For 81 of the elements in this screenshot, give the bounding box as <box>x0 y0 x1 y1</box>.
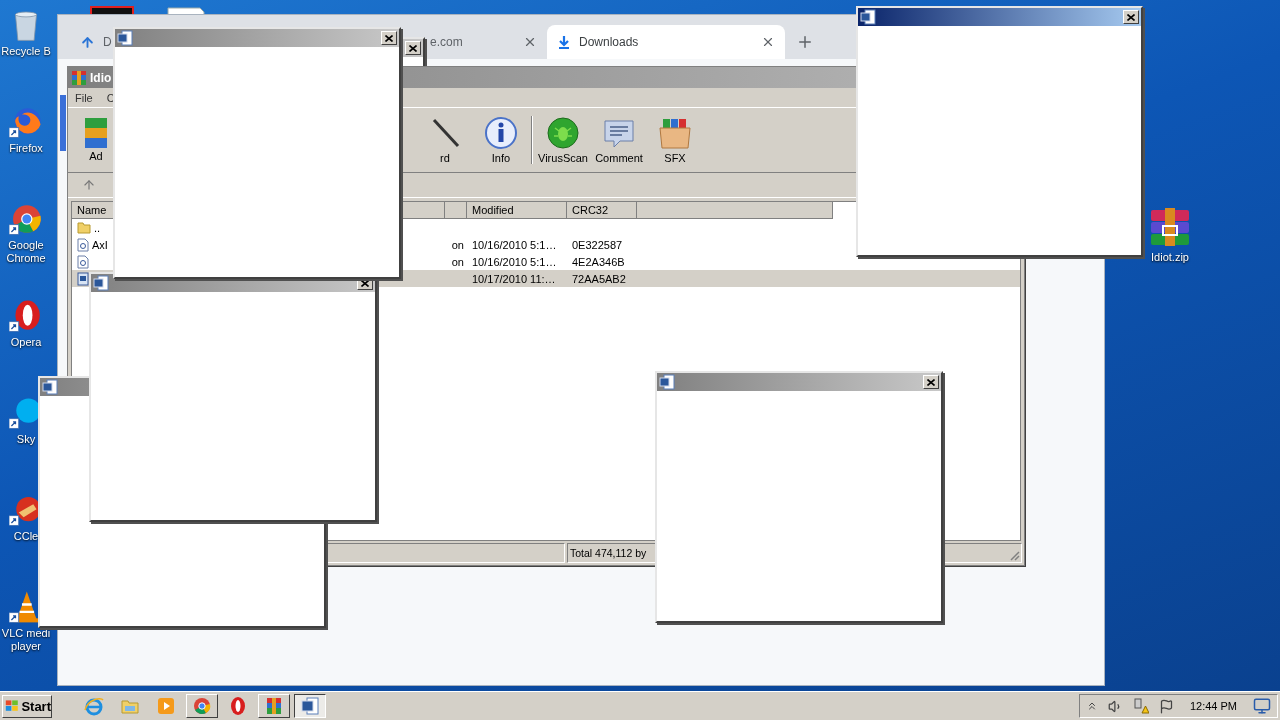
play-icon <box>156 696 176 716</box>
archive-books-icon <box>71 69 87 86</box>
document-icon <box>860 9 876 25</box>
box-icon <box>658 116 692 150</box>
windows-flag-icon <box>5 698 20 714</box>
document-icon <box>659 374 675 390</box>
info-icon <box>484 116 518 150</box>
file-row[interactable]: on 10/16/2010 5:1… 4E2A346B <box>72 253 1020 270</box>
file-type: on <box>450 255 465 268</box>
menu-item[interactable]: File <box>75 91 93 104</box>
modified-date: 10/16/2010 5:1… <box>471 255 558 268</box>
close-button[interactable] <box>405 41 421 55</box>
close-button[interactable] <box>1123 10 1139 24</box>
folder-icon <box>77 221 91 234</box>
close-icon[interactable] <box>523 35 537 49</box>
status-text: Total 474,112 by <box>570 547 647 559</box>
flag-icon[interactable] <box>1158 698 1174 714</box>
close-button[interactable] <box>923 375 939 389</box>
file-icon <box>77 237 89 252</box>
network-warning-icon[interactable] <box>1132 698 1149 714</box>
modified-date: 10/17/2010 11:… <box>471 272 557 285</box>
show-desktop-icon[interactable] <box>1253 697 1271 715</box>
fox-globe-icon <box>9 105 43 139</box>
document-icon <box>93 275 109 291</box>
icon-label[interactable]: VLC medi player <box>1 627 51 653</box>
bug-icon <box>546 116 580 150</box>
icon-label[interactable]: Recycle B <box>1 45 51 58</box>
column-header[interactable]: CRC32 <box>567 202 637 219</box>
close-icon <box>1127 13 1135 21</box>
toolbar-button[interactable]: Info <box>473 112 529 168</box>
column-header[interactable]: Modified <box>467 202 567 219</box>
round-logo-icon <box>9 202 43 236</box>
browser-tab[interactable]: Downloads <box>547 25 785 59</box>
download-icon <box>557 35 571 49</box>
taskbar-item[interactable] <box>294 694 326 718</box>
start-button[interactable]: Start <box>2 694 52 718</box>
toolbar-button[interactable]: Comment <box>591 112 647 168</box>
modified-date: 10/16/2010 5:1… <box>471 238 558 251</box>
close-icon[interactable] <box>761 35 775 49</box>
icon-label[interactable]: Opera <box>10 336 42 349</box>
document-icon <box>117 30 133 46</box>
close-icon <box>385 34 393 42</box>
file-type: on <box>450 238 465 251</box>
checksum: 72AA5AB2 <box>571 272 627 285</box>
document-icon <box>300 696 320 716</box>
toolbar-button[interactable]: rd <box>417 112 473 168</box>
up-arrow-icon[interactable] <box>82 178 96 192</box>
resize-grip-icon[interactable] <box>1008 549 1020 561</box>
ring-logo-icon <box>9 299 43 333</box>
browser-tab[interactable]: D <box>70 25 420 59</box>
round-logo-icon <box>192 696 212 716</box>
archive-books-icon <box>1149 206 1191 248</box>
toolbar-button[interactable]: Ad <box>81 112 111 168</box>
toolbar-button[interactable]: VirusScan <box>535 112 591 168</box>
browser-tab[interactable]: e.com <box>420 25 547 59</box>
page-accent-bar <box>60 95 66 151</box>
close-icon <box>409 44 417 52</box>
plus-icon[interactable] <box>796 33 814 51</box>
close-icon <box>927 378 935 386</box>
icon-label[interactable]: CCle <box>13 530 39 543</box>
close-icon <box>361 279 369 287</box>
file-icon <box>77 254 89 269</box>
icon-label[interactable]: Firefox <box>9 142 43 155</box>
icon-label[interactable]: Sky <box>16 433 36 446</box>
icon-label[interactable]: Idiot.zip <box>1151 251 1189 264</box>
file-name: AxI <box>92 238 108 251</box>
checksum: 0E322587 <box>571 238 624 251</box>
icon-label[interactable]: Google Chrome <box>1 239 51 265</box>
ring-logo-icon <box>228 696 248 716</box>
toolbar-button[interactable]: SFX <box>647 112 703 168</box>
window-title: Idio <box>90 70 112 85</box>
archive-books-icon <box>85 118 107 148</box>
globe-e-icon <box>84 696 104 716</box>
clock[interactable]: 12:44 PM <box>1189 700 1237 712</box>
document-icon <box>42 379 58 395</box>
file-name: .. <box>94 221 101 234</box>
archive-books-icon <box>264 696 284 716</box>
file-icon <box>77 271 89 286</box>
close-button[interactable] <box>381 31 397 45</box>
checksum: 4E2A346B <box>571 255 626 268</box>
column-header[interactable] <box>445 202 467 219</box>
